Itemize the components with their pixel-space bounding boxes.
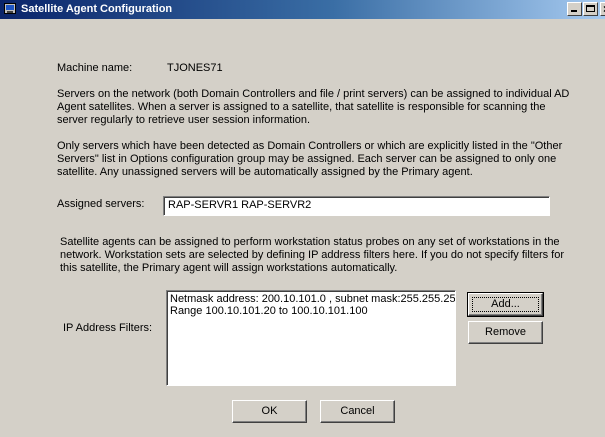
ip-address-filters-list[interactable]: Netmask address: 200.10.101.0 , subnet m… — [166, 290, 456, 386]
machine-name-label: Machine name: — [57, 62, 133, 74]
cancel-button-label: Cancel — [340, 405, 375, 417]
application-icon — [4, 3, 16, 14]
satellite-agent-configuration-window: Satellite Agent Configuration Machine na… — [0, 0, 605, 437]
ip-address-filters-label: IP Address Filters: — [63, 322, 153, 334]
list-item[interactable]: Range 100.10.101.20 to 100.10.101.100 — [170, 305, 452, 317]
workstation-probes-description: Satellite agents can be assigned to perf… — [60, 236, 565, 274]
minimize-icon[interactable] — [567, 2, 582, 16]
remove-filter-button[interactable]: Remove — [468, 321, 543, 344]
add-filter-button[interactable]: Add... — [467, 292, 544, 317]
window-title: Satellite Agent Configuration — [21, 3, 173, 15]
focus-rectangle — [472, 297, 539, 312]
servers-description: Servers on the network (both Domain Cont… — [57, 88, 570, 126]
cancel-button[interactable]: Cancel — [320, 400, 395, 423]
assigned-servers-label: Assigned servers: — [57, 198, 145, 210]
ok-button[interactable]: OK — [232, 400, 307, 423]
ok-button-label: OK — [261, 405, 278, 417]
remove-filter-button-label: Remove — [485, 326, 526, 338]
eligible-servers-description: Only servers which have been detected as… — [57, 140, 563, 178]
close-icon[interactable] — [600, 2, 605, 16]
maximize-icon[interactable] — [583, 2, 598, 16]
title-bar[interactable]: Satellite Agent Configuration — [0, 0, 605, 19]
assigned-servers-field[interactable]: RAP-SERVR1 RAP-SERVR2 — [163, 196, 550, 216]
list-item[interactable]: Netmask address: 200.10.101.0 , subnet m… — [170, 293, 455, 305]
machine-name-value: TJONES71 — [167, 62, 223, 74]
